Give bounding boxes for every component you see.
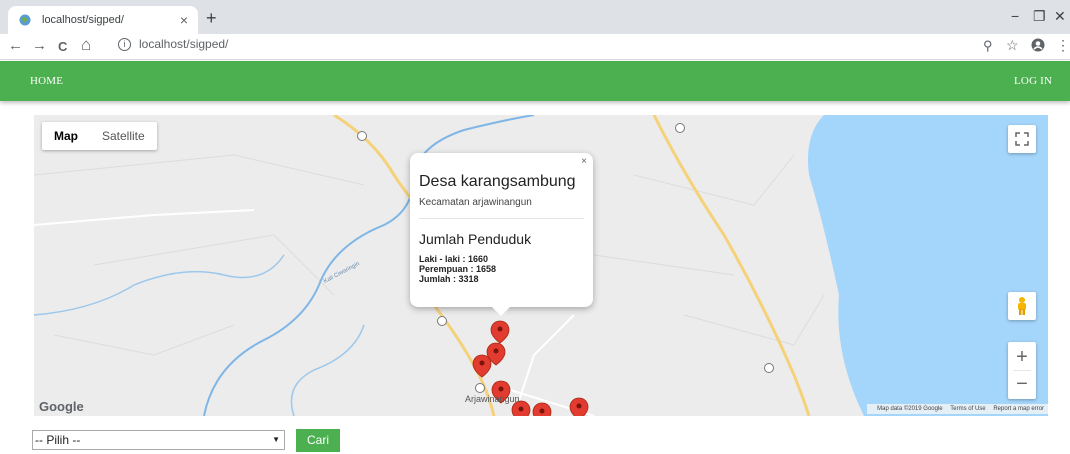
info-window-subtitle: Kecamatan arjawinangun (419, 197, 532, 208)
male-count: Laki - laki : 1660 (419, 254, 489, 264)
home-icon[interactable]: ⌂ (81, 35, 91, 55)
nav-login-link[interactable]: LOG IN (1014, 75, 1052, 87)
close-window-button[interactable]: ✕ (1054, 8, 1066, 25)
map-type-satellite-button[interactable]: Satellite (90, 122, 157, 150)
pegman-icon (1018, 297, 1026, 315)
browser-toolbar: ← → C ⌂ i localhost/sigped/ ⚲ ☆ ⋮ (0, 34, 1070, 60)
zoom-in-button[interactable]: + (1016, 344, 1028, 370)
minimize-button[interactable]: − (1011, 8, 1019, 24)
new-tab-button[interactable]: + (206, 8, 217, 29)
info-window: × Desa karangsambung Kecamatan arjawinan… (410, 153, 593, 316)
kecamatan-select[interactable]: -- Pilih -- ▼ (32, 430, 285, 450)
location-marker[interactable] (532, 402, 552, 416)
map-data-attribution: Map data ©2019 Google (877, 406, 943, 412)
info-window-close-icon[interactable]: × (581, 156, 587, 167)
back-icon[interactable]: ← (8, 37, 23, 54)
total-count: Jumlah : 3318 (419, 274, 479, 284)
population-stats: Laki - laki : 1660 Perempuan : 1658 Juml… (419, 254, 584, 284)
map-type-map-button[interactable]: Map (42, 122, 90, 150)
browser-tabstrip: localhost/sigped/ × + − ❐ ✕ (0, 0, 1070, 34)
browser-menu-icon[interactable]: ⋮ (1056, 37, 1070, 54)
fullscreen-icon (1015, 132, 1029, 146)
location-marker[interactable] (490, 320, 510, 344)
info-icon[interactable]: i (118, 37, 131, 51)
street-view-pegman-button[interactable] (1008, 292, 1036, 320)
fullscreen-button[interactable] (1008, 125, 1036, 153)
map-type-control: Map Satellite (42, 122, 157, 150)
terms-of-use-link[interactable]: Terms of Use (950, 406, 985, 412)
address-bar[interactable]: i localhost/sigped/ (118, 37, 228, 51)
zoom-icon[interactable]: ⚲ (983, 38, 993, 54)
dropdown-arrow-icon: ▼ (272, 435, 280, 444)
search-button[interactable]: Cari (296, 429, 340, 452)
globe-icon (18, 13, 32, 27)
profile-icon[interactable] (1031, 38, 1045, 55)
reload-icon[interactable]: C (58, 39, 67, 54)
map-canvas[interactable]: Arjawinangun Kali Ciwaringin Map Satelli… (34, 115, 1048, 416)
info-window-divider (419, 218, 584, 219)
address-url[interactable]: localhost/sigped/ (139, 37, 228, 51)
info-window-section-title: Jumlah Penduduk (419, 231, 532, 247)
page-navbar: HOME LOG IN (0, 61, 1070, 101)
zoom-control: + − (1008, 342, 1036, 399)
select-value: -- Pilih -- (35, 433, 81, 447)
female-count: Perempuan : 1658 (419, 264, 497, 274)
info-window-title: Desa karangsambung (419, 173, 576, 190)
bookmark-star-icon[interactable]: ☆ (1006, 37, 1019, 54)
forward-icon[interactable]: → (32, 37, 47, 54)
nav-home-link[interactable]: HOME (30, 75, 63, 87)
browser-tab[interactable]: localhost/sigped/ × (8, 6, 198, 34)
map-footer: Map data ©2019 Google Terms of Use Repor… (867, 404, 1048, 414)
zoom-out-button[interactable]: − (1016, 371, 1028, 397)
location-marker[interactable] (569, 397, 589, 416)
restore-button[interactable]: ❐ (1033, 8, 1046, 25)
report-map-error-link[interactable]: Report a map error (993, 406, 1044, 412)
town-label: Arjawinangun (465, 394, 520, 404)
google-logo: Google (39, 399, 84, 414)
location-marker[interactable] (472, 354, 492, 378)
tab-title: localhost/sigped/ (42, 14, 124, 26)
tab-close-icon[interactable]: × (180, 12, 188, 28)
